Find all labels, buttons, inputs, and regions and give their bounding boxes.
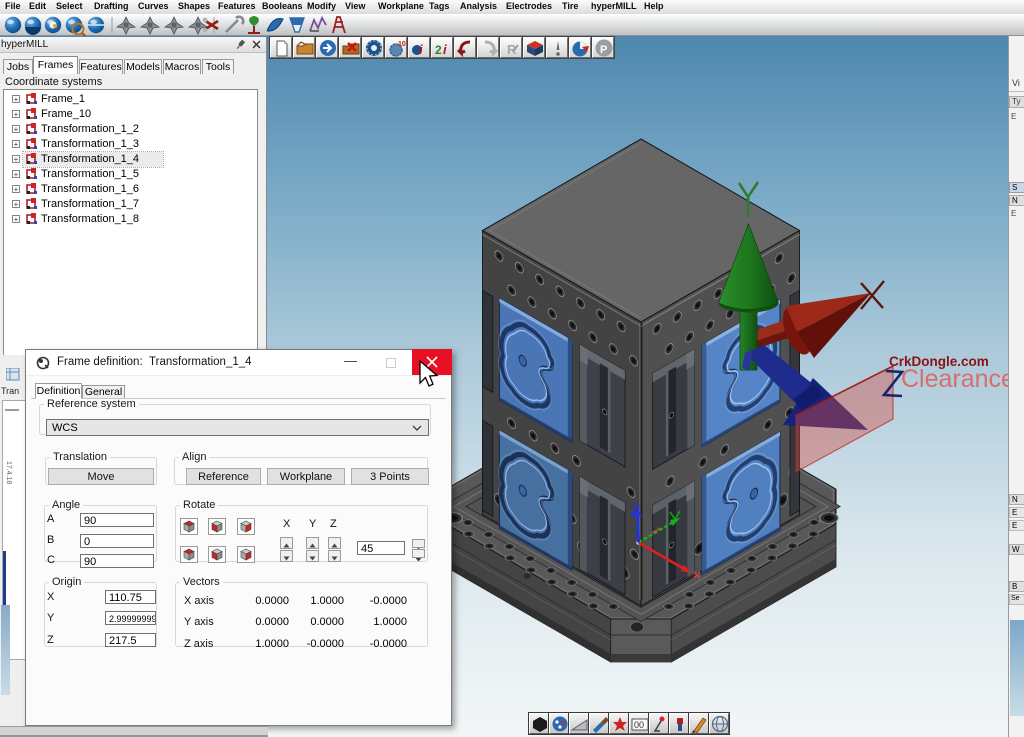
svg-text:00: 00 <box>634 720 644 730</box>
svg-text:10: 10 <box>398 41 406 48</box>
svg-text:i: i <box>443 42 447 57</box>
svg-text:P: P <box>600 44 607 56</box>
svg-text:2: 2 <box>435 43 442 57</box>
svg-text:i: i <box>419 42 423 57</box>
